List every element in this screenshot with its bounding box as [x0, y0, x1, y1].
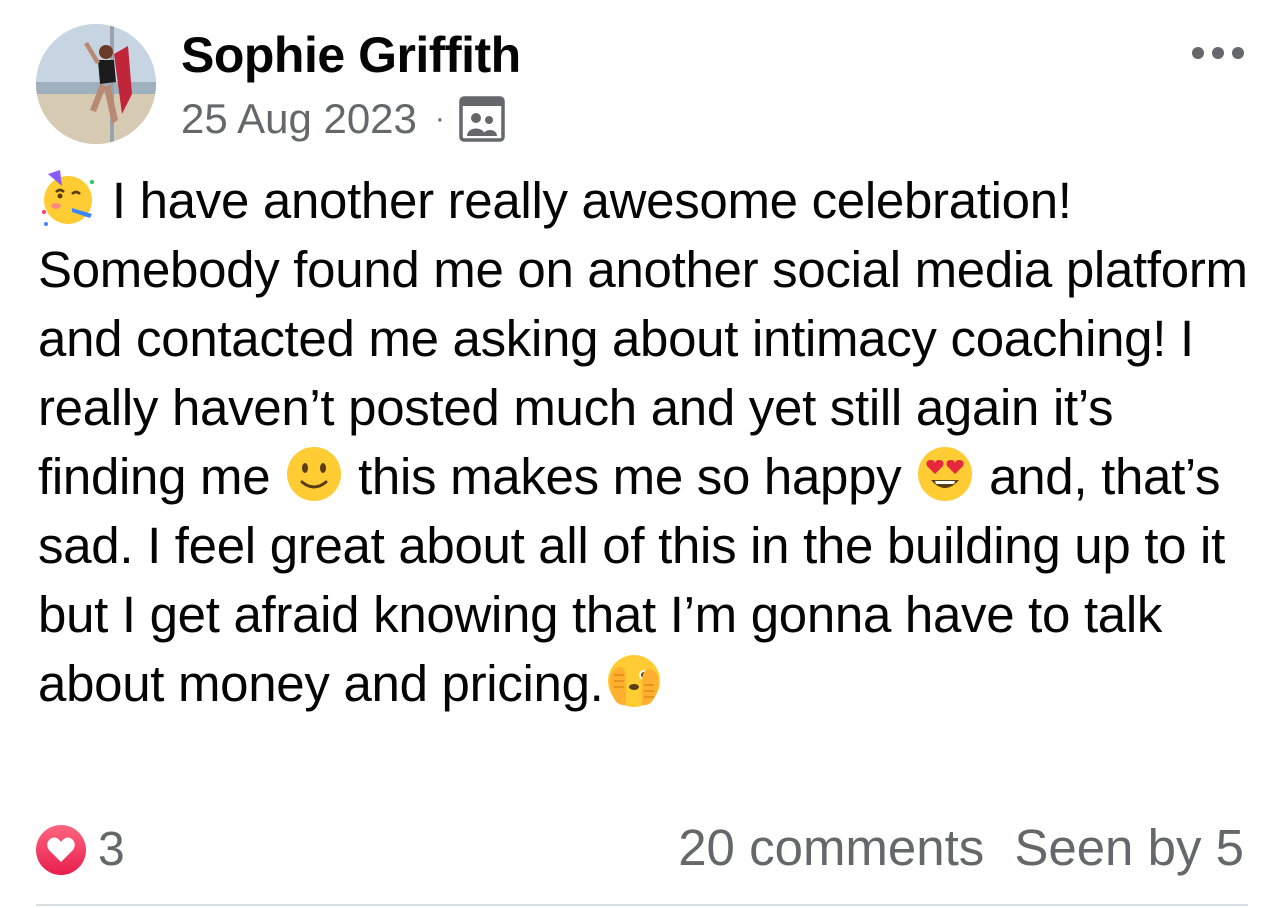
- post-meta: 25 Aug 2023 ·: [181, 92, 505, 146]
- more-dot: [1232, 47, 1244, 59]
- post-footer: 3 20 comments Seen by 5: [36, 818, 1244, 878]
- avatar-photo: [36, 24, 156, 144]
- group-audience-icon[interactable]: [459, 96, 505, 142]
- comments-link[interactable]: 20 comments: [678, 818, 984, 878]
- post-date[interactable]: 25 Aug 2023: [181, 95, 417, 143]
- author-avatar[interactable]: [36, 24, 156, 144]
- author-name[interactable]: Sophie Griffith: [181, 24, 521, 86]
- reaction-count: 3: [98, 823, 125, 876]
- meta-separator: ·: [434, 102, 445, 135]
- post-card: Sophie Griffith 25 Aug 2023 · I have ano…: [0, 0, 1284, 908]
- slightly-smiling-face-emoji: [284, 444, 344, 504]
- more-options-icon[interactable]: [1192, 38, 1244, 68]
- post-stats: 20 comments Seen by 5: [678, 818, 1244, 878]
- partying-face-emoji: [38, 168, 98, 228]
- face-with-peeking-eye-emoji: [604, 651, 664, 711]
- more-dot: [1212, 47, 1224, 59]
- heart-eyes-emoji: [915, 444, 975, 504]
- footer-divider: [36, 904, 1248, 906]
- more-dot: [1192, 47, 1204, 59]
- post-body-segment-2: this makes me so happy: [358, 448, 902, 505]
- reactions-summary[interactable]: 3: [36, 822, 125, 877]
- seen-by-link[interactable]: Seen by 5: [1014, 818, 1244, 878]
- heart-reaction-icon: [36, 824, 86, 875]
- post-body: I have another really awesome celebratio…: [38, 166, 1258, 718]
